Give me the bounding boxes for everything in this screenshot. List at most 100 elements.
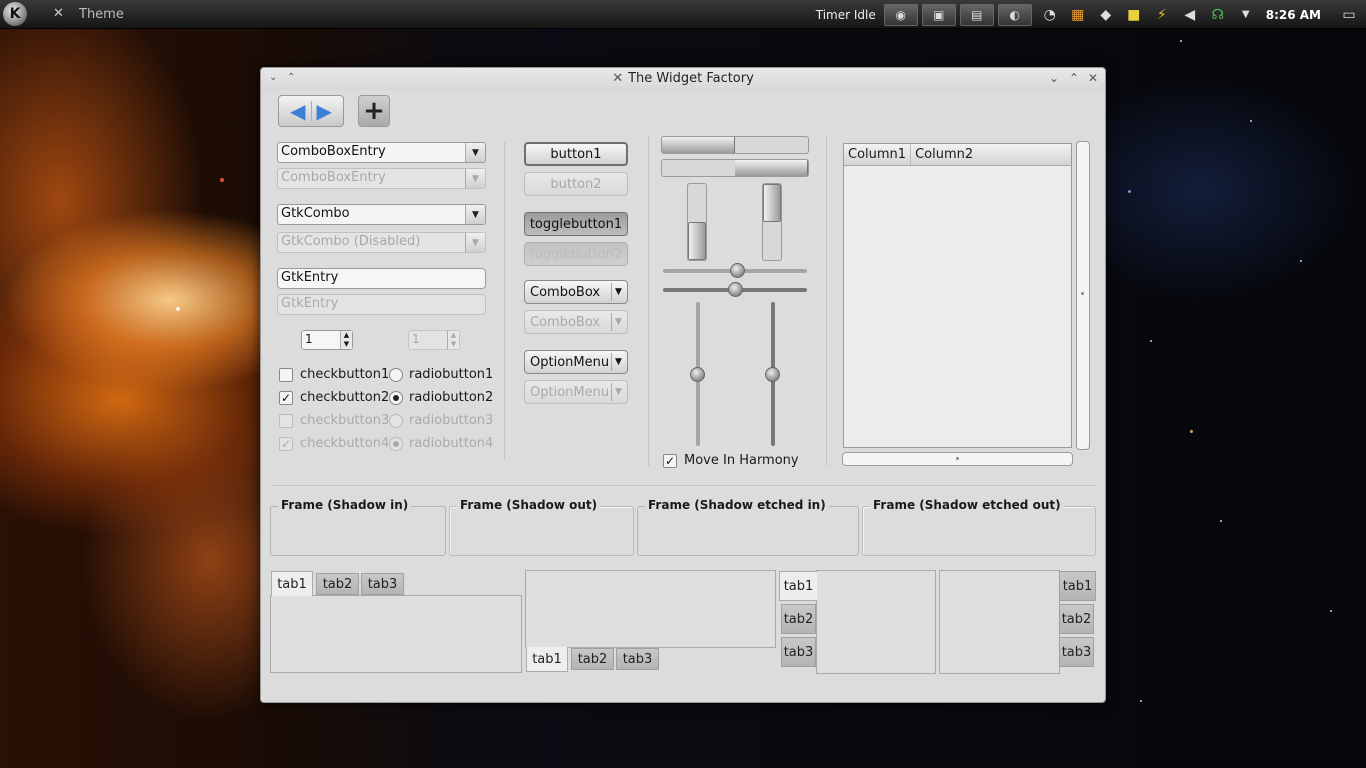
tree-view[interactable]: Column1 Column2	[843, 143, 1072, 448]
window-icon[interactable]: ▤	[959, 3, 994, 26]
tab-1[interactable]: tab1	[779, 571, 817, 601]
progress-bar-h2	[661, 159, 809, 177]
tab-3[interactable]: tab3	[781, 637, 816, 667]
vscale-2[interactable]	[765, 302, 780, 446]
tab-1[interactable]: tab1	[271, 571, 313, 596]
taskbar-item-label: Theme	[79, 6, 124, 22]
radio-selected-icon	[389, 436, 403, 451]
column-header-2[interactable]: Column2	[911, 144, 977, 165]
combobox-entry[interactable]: ComboBoxEntry ▼	[277, 142, 486, 163]
star	[220, 178, 224, 182]
plus-icon: +	[363, 96, 385, 126]
tab-2[interactable]: tab2	[316, 573, 359, 595]
tab-3[interactable]: tab3	[1059, 637, 1094, 667]
checkbutton3: checkbutton3	[279, 413, 389, 428]
radiobutton4: radiobutton4	[389, 436, 493, 451]
radiobutton2-label: radiobutton2	[409, 390, 494, 405]
tab-2[interactable]: tab2	[1059, 604, 1094, 634]
star	[1190, 430, 1193, 433]
gtkcombo-value: GtkCombo	[281, 206, 350, 221]
tab-1[interactable]: tab1	[1059, 571, 1096, 601]
star	[1180, 40, 1182, 42]
slider-knob[interactable]	[765, 366, 780, 382]
separator	[271, 485, 1097, 486]
chevron-down-icon: ▼	[465, 233, 485, 252]
spin-button-disabled: 1 ▲ ▼	[408, 330, 460, 350]
clipboard-icon[interactable]: ▣	[921, 3, 956, 26]
star	[1220, 520, 1222, 522]
clock[interactable]: 8:26 AM	[1266, 8, 1321, 22]
gtkcombo[interactable]: GtkCombo ▼	[277, 204, 486, 225]
volume-icon[interactable]: ◀	[1179, 4, 1201, 26]
horizontal-scrollbar[interactable]	[842, 452, 1073, 466]
move-in-harmony-check[interactable]: ✓ Move In Harmony	[663, 453, 799, 468]
tab-3[interactable]: tab3	[616, 648, 659, 670]
togglebutton1[interactable]: togglebutton1	[524, 212, 628, 236]
add-button[interactable]: +	[358, 95, 390, 127]
taskbar-item-theme[interactable]: ✕ Theme	[53, 7, 124, 22]
arrow-right-icon: ▶	[316, 99, 332, 123]
checkbutton1[interactable]: checkbutton1	[279, 367, 389, 382]
gtk-entry[interactable]: GtkEntry	[277, 268, 486, 289]
note-icon[interactable]: ■	[1123, 4, 1145, 26]
top-panel: K ✕ Theme Timer Idle ◉ ▣ ▤ ◐ ◔ ▦ ◆ ■ ⚡ ◀…	[0, 0, 1366, 29]
network-icon[interactable]: ◐	[997, 3, 1032, 26]
close-icon[interactable]: ✕	[1088, 71, 1098, 85]
power-icon[interactable]: ⚡	[1151, 4, 1173, 26]
chevron-down-icon: ▼	[611, 313, 625, 331]
star	[1330, 610, 1332, 612]
combobox-entry-disabled-value: ComboBoxEntry	[281, 170, 386, 185]
kde-k-icon[interactable]: K	[3, 2, 27, 26]
slider-knob[interactable]	[727, 282, 743, 297]
maximize-icon[interactable]: ⌃	[1069, 71, 1079, 85]
hscale-2[interactable]	[663, 282, 807, 297]
optionmenu-button-disabled: OptionMenu ▼	[524, 380, 628, 404]
progress-bar-v1	[687, 183, 707, 261]
frame-shadow-out	[449, 506, 634, 556]
checkbutton4: ✓ checkbutton4	[279, 436, 389, 451]
column-header-1[interactable]: Column1	[844, 144, 912, 165]
back-forward-button[interactable]: ◀ ▶	[278, 95, 344, 127]
chevron-down-icon[interactable]: ▼	[1235, 4, 1257, 26]
firefox-icon[interactable]: ◉	[883, 3, 918, 26]
checkbutton4-label: checkbutton4	[300, 436, 390, 451]
star	[1150, 340, 1152, 342]
checkbutton2[interactable]: ✓ checkbutton2	[279, 390, 389, 405]
checkbutton1-label: checkbutton1	[300, 367, 390, 382]
tab-3[interactable]: tab3	[361, 573, 404, 595]
button1[interactable]: button1	[524, 142, 628, 166]
desktop-icon[interactable]: ▭	[1338, 4, 1360, 26]
tab-1[interactable]: tab1	[526, 647, 568, 672]
tab-2[interactable]: tab2	[781, 604, 816, 634]
spin-value: 1	[412, 332, 420, 346]
checkbutton2-label: checkbutton2	[300, 390, 390, 405]
combobox-button[interactable]: ComboBox ▼	[524, 280, 628, 304]
calendar-icon[interactable]: ▦	[1067, 4, 1089, 26]
vscale-1[interactable]	[690, 302, 705, 446]
radiobutton2[interactable]: radiobutton2	[389, 390, 493, 405]
slider-knob[interactable]	[730, 263, 746, 278]
radio-selected-icon	[389, 390, 403, 405]
spin-arrows-icon[interactable]: ▲ ▼	[340, 331, 352, 349]
frame-shadow-in	[270, 506, 446, 556]
tab-2[interactable]: tab2	[571, 648, 614, 670]
radiobutton1[interactable]: radiobutton1	[389, 367, 493, 382]
star	[1128, 190, 1131, 193]
separator	[648, 136, 649, 466]
slider-knob[interactable]	[690, 366, 705, 382]
move-in-harmony-label: Move In Harmony	[684, 453, 799, 468]
spin-button[interactable]: 1 ▲ ▼	[301, 330, 353, 350]
hscale-1[interactable]	[663, 263, 807, 278]
chevron-down-icon[interactable]: ▼	[465, 205, 485, 224]
titlebar: ⌄ ⌃ ✕ The Widget Factory ⌄ ⌃ ✕	[261, 68, 1105, 90]
gauge-icon[interactable]: ◔	[1039, 4, 1061, 26]
spin-value: 1	[305, 332, 313, 346]
chevron-down-icon[interactable]: ▼	[465, 143, 485, 162]
timer-label[interactable]: Timer Idle	[816, 8, 876, 22]
optionmenu-button[interactable]: OptionMenu ▼	[524, 350, 628, 374]
notebook-left-page	[816, 570, 936, 674]
minimize-icon[interactable]: ⌄	[1049, 71, 1059, 85]
vertical-scrollbar[interactable]	[1076, 141, 1090, 450]
wifi-icon[interactable]: ☊	[1207, 4, 1229, 26]
shield-icon[interactable]: ◆	[1095, 4, 1117, 26]
